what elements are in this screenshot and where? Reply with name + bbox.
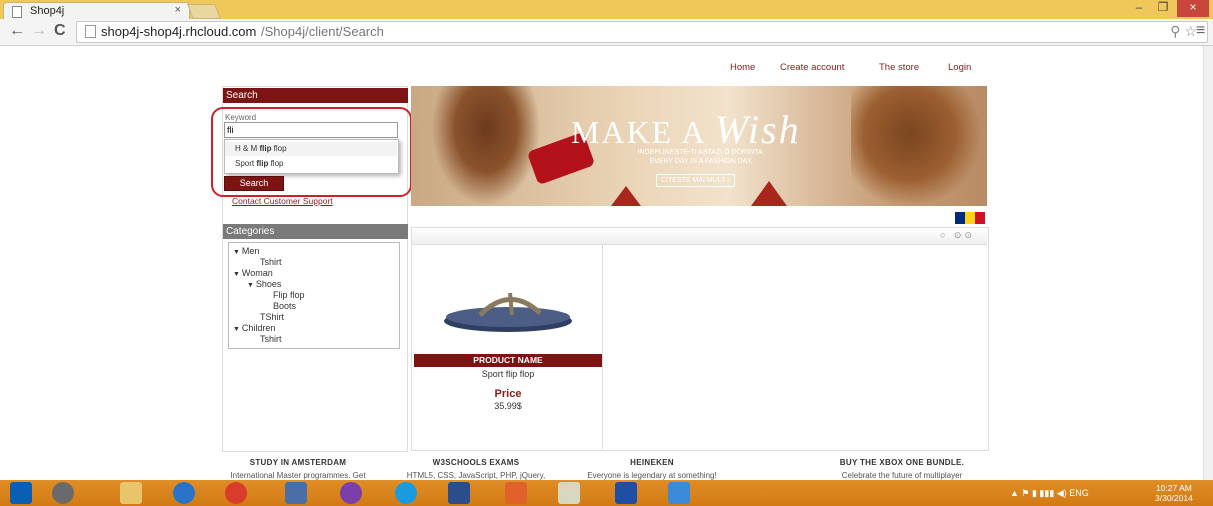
pager-controls-icon[interactable]: ○ ⊙⊙ bbox=[940, 230, 975, 241]
category-tree: ▼ Men Tshirt ▼ Woman ▼ Shoes Flip flop B… bbox=[228, 242, 400, 349]
product-name-header: PRODUCT NAME bbox=[414, 354, 602, 367]
categories-heading: Categories bbox=[223, 224, 408, 239]
back-arrow-icon[interactable]: ← bbox=[9, 22, 25, 40]
category-item[interactable]: ▼ Men bbox=[233, 246, 259, 258]
maximize-button[interactable]: ❐ bbox=[1152, 0, 1174, 17]
url-path: /Shop4j/client/Search bbox=[261, 24, 384, 39]
ad-title[interactable]: STUDY IN AMSTERDAM bbox=[198, 458, 398, 467]
product-image[interactable] bbox=[440, 285, 575, 335]
paint-icon[interactable] bbox=[668, 482, 690, 504]
banner-model-image bbox=[851, 86, 981, 206]
category-item[interactable]: Tshirt bbox=[260, 257, 282, 267]
xampp-icon[interactable] bbox=[505, 482, 527, 504]
forward-arrow-icon[interactable]: → bbox=[31, 22, 47, 40]
text-editor-icon[interactable] bbox=[558, 482, 580, 504]
ad-title[interactable]: W3SCHOOLS EXAMS bbox=[376, 458, 576, 467]
banner-title: MAKE A Wish bbox=[571, 107, 801, 152]
app-icon[interactable] bbox=[285, 482, 307, 504]
reload-icon[interactable]: C bbox=[54, 22, 66, 40]
category-item[interactable]: TShirt bbox=[260, 312, 284, 322]
clock[interactable]: 10:27 AM 3/30/2014 bbox=[1155, 483, 1193, 503]
nav-the-store[interactable]: The store bbox=[879, 62, 919, 73]
expand-triangle-icon[interactable]: ▼ bbox=[247, 282, 256, 289]
file-explorer-icon[interactable] bbox=[120, 482, 142, 504]
eclipse-icon[interactable] bbox=[340, 482, 362, 504]
close-window-button[interactable]: × bbox=[1177, 0, 1209, 17]
ad-body: HTML5, CSS, JavaScript, PHP, jQuery, bbox=[406, 471, 546, 480]
product-name[interactable]: Sport flip flop bbox=[414, 369, 602, 379]
chrome-menu-icon[interactable]: ≡ bbox=[1196, 22, 1205, 40]
page-icon bbox=[85, 25, 96, 38]
ad-block[interactable]: STUDY IN AMSTERDAM International Master p… bbox=[198, 458, 398, 480]
nav-home[interactable]: Home bbox=[730, 62, 755, 73]
ad-title[interactable]: HEINEKEN bbox=[552, 458, 752, 467]
expand-triangle-icon[interactable]: ▼ bbox=[233, 271, 242, 278]
banner-decoration bbox=[751, 181, 787, 206]
banner-subtitle: INDEPLINESTE-TI ASTAZI O DORINTA. EVERY D… bbox=[637, 149, 765, 165]
expand-triangle-icon[interactable]: ▼ bbox=[233, 249, 242, 256]
product-card[interactable] bbox=[412, 245, 603, 449]
internet-explorer-icon[interactable] bbox=[173, 482, 195, 504]
start-button[interactable] bbox=[10, 482, 32, 504]
flag-stripe-blue bbox=[955, 212, 965, 224]
minimize-button[interactable]: – bbox=[1128, 0, 1150, 17]
search-heading: Search bbox=[223, 88, 408, 103]
pager-bar: ○ ⊙⊙ bbox=[412, 228, 987, 245]
ad-block[interactable]: W3SCHOOLS EXAMS HTML5, CSS, JavaScript, P… bbox=[376, 458, 576, 480]
tab-close-icon[interactable]: × bbox=[175, 4, 181, 16]
price-value: 35.99$ bbox=[494, 401, 522, 411]
media-player-icon[interactable] bbox=[52, 482, 74, 504]
page-scrollbar[interactable] bbox=[1203, 46, 1213, 480]
save-app-icon[interactable] bbox=[448, 482, 470, 504]
ad-body: Everyone is legendary at something! bbox=[587, 471, 717, 480]
ad-block[interactable]: HEINEKEN Everyone is legendary at somethi… bbox=[552, 458, 752, 480]
contact-support-link[interactable]: Contact Customer Support bbox=[232, 196, 333, 206]
language-indicator[interactable]: ENG bbox=[1069, 488, 1089, 498]
ad-body: International Master programmes. Get bbox=[230, 471, 366, 480]
flag-stripe-yellow bbox=[965, 212, 975, 224]
chrome-icon[interactable] bbox=[225, 482, 247, 504]
promo-banner[interactable]: MAKE A Wish INDEPLINESTE-TI ASTAZI O DOR… bbox=[411, 86, 987, 206]
page-icon bbox=[12, 6, 22, 18]
flag-stripe-red bbox=[975, 212, 985, 224]
language-flag-icon[interactable] bbox=[955, 212, 987, 224]
category-item[interactable]: Flip flop bbox=[273, 290, 305, 300]
nav-create-account[interactable]: Create account bbox=[780, 62, 844, 73]
ad-block[interactable]: BUY THE XBOX ONE BUNDLE. Celebrate the fu… bbox=[802, 458, 1002, 480]
banner-decoration bbox=[611, 186, 641, 206]
ad-title[interactable]: BUY THE XBOX ONE BUNDLE. bbox=[802, 458, 1002, 467]
nav-login[interactable]: Login bbox=[948, 62, 971, 73]
address-bar[interactable]: shop4j-shop4j.rhcloud.com /Shop4j/client… bbox=[76, 21, 1208, 43]
category-item[interactable]: Tshirt bbox=[260, 334, 282, 344]
category-item[interactable]: Boots bbox=[273, 301, 296, 311]
tab-title: Shop4j bbox=[30, 5, 65, 17]
word-icon[interactable] bbox=[615, 482, 637, 504]
price-label: Price bbox=[494, 388, 522, 400]
skype-icon[interactable] bbox=[395, 482, 417, 504]
expand-triangle-icon[interactable]: ▼ bbox=[233, 326, 242, 333]
url-host: shop4j-shop4j.rhcloud.com bbox=[101, 24, 257, 39]
annotation-highlight bbox=[211, 107, 412, 197]
browser-tab[interactable]: Shop4j × bbox=[3, 2, 190, 20]
banner-read-more-button[interactable]: CITESTE MAI MULT › bbox=[656, 174, 735, 187]
system-tray[interactable]: ▲ ⚑ ▮ ▮▮▮ ◀) ENG bbox=[1010, 488, 1089, 499]
ad-body: Celebrate the future of multiplayer bbox=[841, 471, 963, 480]
windows-taskbar: ▲ ⚑ ▮ ▮▮▮ ◀) ENG 10:27 AM 3/30/2014 bbox=[0, 480, 1213, 506]
new-tab-button[interactable] bbox=[187, 4, 221, 19]
banner-model-image bbox=[431, 86, 541, 206]
